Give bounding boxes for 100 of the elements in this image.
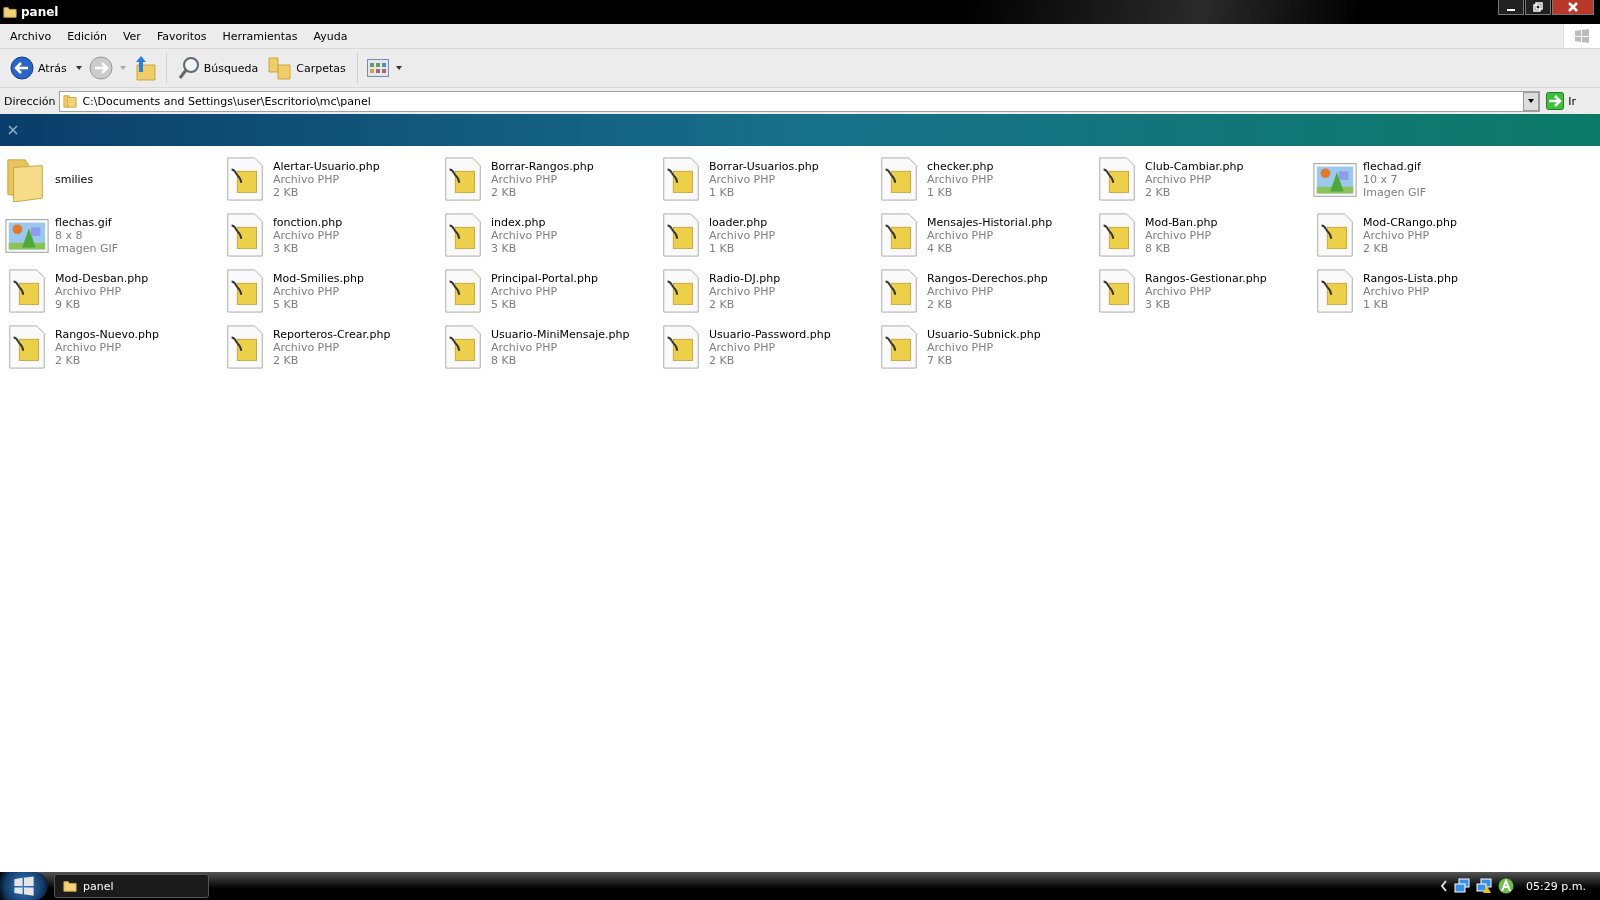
go-arrow-icon: [1546, 92, 1565, 110]
file-detail: Archivo PHP: [1145, 284, 1213, 298]
address-field[interactable]: C:\Documents and Settings\user\Escritorio\mc\panel: [59, 90, 1541, 112]
back-button[interactable]: Atrás: [8, 56, 69, 80]
dropdown-arrow-icon: [1527, 98, 1536, 104]
close-icon[interactable]: [8, 125, 18, 135]
file-name[interactable]: smilies: [55, 172, 94, 186]
file-name[interactable]: Mensajes-Historial.php: [927, 215, 1053, 229]
go-button[interactable]: Ir: [1544, 92, 1596, 110]
letter-a-icon[interactable]: [1498, 878, 1515, 894]
minimize-icon: [1507, 9, 1515, 11]
file-detail: 3 KB: [491, 241, 518, 255]
file-name[interactable]: loader.php: [709, 215, 776, 229]
file-detail: Archivo PHP: [927, 228, 995, 242]
file-name[interactable]: fonction.php: [273, 215, 343, 229]
file-detail: Archivo PHP: [1363, 228, 1431, 242]
menu-item[interactable]: Archivo: [2, 29, 60, 43]
file-detail: 2 KB: [273, 353, 300, 367]
file-detail: Archivo PHP: [491, 228, 558, 242]
file-detail: Archivo PHP: [55, 340, 123, 354]
file-detail: 2 KB: [273, 185, 300, 199]
file-name[interactable]: Principal-Portal.php: [491, 271, 598, 285]
file-name[interactable]: Usuario-MiniMensaje.php: [491, 327, 630, 341]
forward-icon[interactable]: [88, 56, 113, 80]
network-warning-icon[interactable]: [1476, 878, 1493, 894]
file-name[interactable]: Rangos-Gestionar.php: [1145, 271, 1267, 285]
file-detail: Archivo PHP: [709, 228, 776, 242]
dropdown-arrow-icon[interactable]: [394, 65, 403, 71]
network-icon[interactable]: [1454, 878, 1471, 894]
file-detail: Archivo PHP: [1145, 228, 1213, 242]
file-detail: Archivo PHP: [1145, 172, 1213, 186]
restore-icon: [1532, 1, 1544, 13]
file-detail: 1 KB: [1363, 297, 1390, 311]
file-name[interactable]: Usuario-Subnick.php: [927, 327, 1041, 341]
file-name[interactable]: Borrar-Usuarios.php: [709, 159, 819, 173]
file-name[interactable]: Rangos-Derechos.php: [927, 271, 1048, 285]
file-detail: Archivo PHP: [491, 340, 559, 354]
file-detail: 4 KB: [927, 241, 954, 255]
restore-button[interactable]: [1525, 0, 1551, 15]
file-name[interactable]: Rangos-Nuevo.php: [55, 327, 159, 341]
folders-icon: [268, 56, 293, 80]
file-detail: 2 KB: [927, 297, 954, 311]
file-detail: Archivo PHP: [273, 284, 341, 298]
file-detail: 3 KB: [1145, 297, 1172, 311]
file-name[interactable]: Mod-Smilies.php: [273, 271, 364, 285]
file-detail: 2 KB: [709, 297, 736, 311]
minimize-button[interactable]: [1498, 0, 1524, 15]
search-button[interactable]: Búsqueda: [175, 56, 261, 80]
start-button[interactable]: [0, 872, 48, 900]
file-detail: Archivo PHP: [491, 284, 559, 298]
file-detail: 9 KB: [55, 297, 82, 311]
file-detail: 2 KB: [709, 353, 736, 367]
file-detail: Imagen GIF: [1363, 185, 1426, 199]
file-detail: Archivo PHP: [491, 172, 559, 186]
file-detail: 2 KB: [1363, 241, 1390, 255]
menu-item[interactable]: Ver: [114, 29, 149, 43]
file-detail: 8 KB: [491, 353, 518, 367]
dropdown-arrow-icon[interactable]: [74, 65, 83, 71]
file-name[interactable]: flechad.gif: [1363, 159, 1426, 173]
views-icon[interactable]: [366, 59, 389, 77]
file-detail: 5 KB: [491, 297, 518, 311]
file-name[interactable]: Reporteros-Crear.php: [273, 327, 391, 341]
file-name[interactable]: Mod-Ban.php: [1145, 215, 1218, 229]
file-detail: 2 KB: [491, 185, 518, 199]
file-detail: Archivo PHP: [709, 172, 777, 186]
file-detail: 7 KB: [927, 353, 954, 367]
file-name[interactable]: Club-Cambiar.php: [1145, 159, 1244, 173]
taskbar-button[interactable]: panel: [54, 874, 209, 898]
clock: 05:29 p.m.: [1526, 879, 1586, 893]
file-name[interactable]: Alertar-Usuario.php: [273, 159, 380, 173]
menu-item[interactable]: Ayuda: [305, 29, 356, 43]
file-detail: 2 KB: [1145, 185, 1172, 199]
file-name[interactable]: flechas.gif: [55, 215, 118, 229]
file-name[interactable]: Mod-Desban.php: [55, 271, 149, 285]
folder-icon: [63, 94, 78, 108]
windows-logo-icon: [13, 875, 35, 897]
file-detail: 1 KB: [927, 185, 954, 199]
file-detail: Archivo PHP: [273, 228, 341, 242]
folder-icon: [3, 5, 17, 19]
folders-button[interactable]: Carpetas: [266, 56, 348, 80]
file-detail: 5 KB: [273, 297, 300, 311]
file-name[interactable]: Usuario-Password.php: [709, 327, 831, 341]
file-name[interactable]: index.php: [491, 215, 558, 229]
file-detail: 8 x 8: [55, 228, 84, 242]
address-label: Dirección: [4, 94, 56, 108]
menu-item[interactable]: Edición: [59, 29, 115, 43]
file-name[interactable]: checker.php: [927, 159, 994, 173]
menu-item[interactable]: Herramientas: [214, 29, 306, 43]
address-dropdown-button[interactable]: [1523, 91, 1540, 111]
file-name[interactable]: Radio-DJ.php: [709, 271, 781, 285]
chevron-icon[interactable]: [1440, 880, 1449, 892]
close-button[interactable]: [1552, 0, 1594, 15]
file-name[interactable]: Mod-CRango.php: [1363, 215, 1457, 229]
file-name[interactable]: Borrar-Rangos.php: [491, 159, 594, 173]
file-name[interactable]: Rangos-Lista.php: [1363, 271, 1458, 285]
file-detail: 2 KB: [55, 353, 82, 367]
file-detail: Imagen GIF: [55, 241, 118, 255]
menu-item[interactable]: Favoritos: [148, 29, 215, 43]
folder-icon: [63, 879, 77, 893]
file-detail: Archivo PHP: [927, 284, 995, 298]
